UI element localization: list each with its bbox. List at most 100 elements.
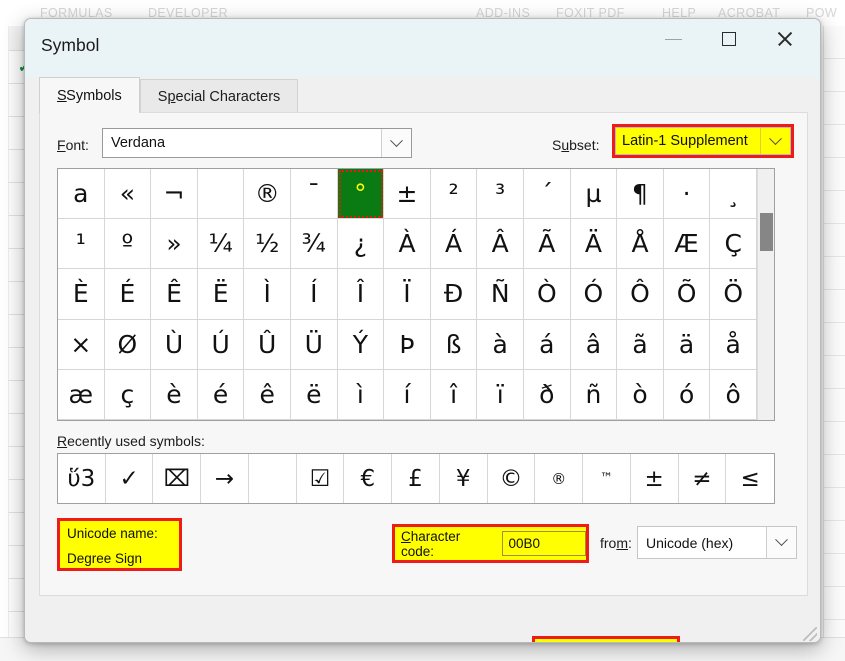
symbol-cell[interactable]: ¾ xyxy=(290,219,338,270)
symbol-cell[interactable]: µ xyxy=(570,169,618,220)
symbol-cell[interactable]: ð xyxy=(523,369,571,420)
symbol-cell[interactable]: ë xyxy=(290,369,338,420)
recent-symbol-cell[interactable] xyxy=(249,454,297,503)
symbol-cell[interactable]: ² xyxy=(430,169,478,220)
symbol-cell[interactable]: ¯ xyxy=(290,169,338,220)
symbol-cell[interactable]: Ì xyxy=(244,269,291,320)
symbol-cell[interactable]: Ú xyxy=(197,319,245,370)
symbol-cell[interactable]: ¬ xyxy=(151,169,198,220)
recent-symbol-cell[interactable]: ὕ3 xyxy=(58,454,106,503)
symbol-cell[interactable]: é xyxy=(197,369,245,420)
symbol-cell[interactable]: è xyxy=(151,369,198,420)
symbol-cell[interactable]: ´ xyxy=(523,169,571,220)
symbol-cell[interactable]: · xyxy=(663,169,711,220)
symbol-cell[interactable]: ± xyxy=(384,169,431,220)
symbol-cell[interactable]: Ë xyxy=(197,269,245,320)
symbol-cell[interactable]: ¹ xyxy=(58,219,105,270)
symbol-cell[interactable]: ¶ xyxy=(617,169,664,220)
symbol-cell[interactable]: È xyxy=(58,269,105,320)
recent-symbol-cell[interactable]: © xyxy=(488,454,536,503)
symbol-cell[interactable]: Ý xyxy=(337,319,385,370)
symbol-cell[interactable]: Þ xyxy=(384,319,431,370)
close-window-button[interactable] xyxy=(760,19,810,59)
tab-special-characters[interactable]: Sp ecial Characters xyxy=(139,79,299,113)
symbol-cell[interactable]: Ä xyxy=(570,219,618,270)
symbol-cell[interactable]: Ð xyxy=(430,269,478,320)
recent-symbol-cell[interactable]: ™ xyxy=(583,454,631,503)
recent-symbol-cell[interactable]: ⌧ xyxy=(153,454,202,503)
symbol-cell[interactable]: å xyxy=(710,319,757,370)
symbol-cell[interactable]: à xyxy=(477,319,524,370)
symbol-cell[interactable]: Ç xyxy=(710,219,757,270)
symbol-cell[interactable]: º xyxy=(104,219,152,270)
maximize-button[interactable] xyxy=(704,19,754,59)
symbol-cell[interactable]: Ê xyxy=(151,269,198,320)
recent-symbol-cell[interactable]: ✓ xyxy=(106,454,154,503)
minimize-button[interactable] xyxy=(648,19,698,59)
symbol-cell[interactable]: ç xyxy=(104,369,152,420)
font-combobox[interactable]: Verdana xyxy=(102,128,412,158)
symbol-cell[interactable]: Ò xyxy=(523,269,571,320)
symbol-cell[interactable]: ì xyxy=(337,369,385,420)
symbol-cell[interactable]: æ xyxy=(58,369,105,420)
symbol-cell[interactable]: Ñ xyxy=(477,269,524,320)
recent-symbol-cell[interactable]: € xyxy=(344,454,393,503)
symbol-cell[interactable]: a xyxy=(58,169,105,220)
symbol-cell[interactable]: ¸ xyxy=(710,169,757,220)
symbol-cell[interactable]: ­ xyxy=(197,169,245,220)
symbol-grid-scrollbar[interactable] xyxy=(757,169,774,420)
symbol-cell[interactable]: â xyxy=(570,319,618,370)
symbol-cell[interactable]: Î xyxy=(337,269,385,320)
recent-symbol-cell[interactable]: ☑ xyxy=(297,454,345,503)
symbol-cell[interactable]: ½ xyxy=(244,219,291,270)
symbol-cell[interactable]: ô xyxy=(710,369,757,420)
symbol-cell[interactable]: ³ xyxy=(477,169,524,220)
symbol-cell[interactable]: × xyxy=(58,319,105,370)
symbol-cell[interactable]: ê xyxy=(244,369,291,420)
symbol-cell[interactable]: ® xyxy=(244,169,291,220)
recent-symbol-cell[interactable]: → xyxy=(201,454,249,503)
symbol-cell[interactable]: Â xyxy=(477,219,524,270)
symbol-cell[interactable]: À xyxy=(384,219,431,270)
from-combobox[interactable]: Unicode (hex) xyxy=(637,526,797,559)
symbol-cell[interactable]: Ã xyxy=(523,219,571,270)
symbol-cell[interactable]: ä xyxy=(663,319,711,370)
symbol-cell[interactable]: ò xyxy=(617,369,664,420)
scrollbar-thumb[interactable] xyxy=(760,213,773,251)
symbol-cell[interactable]: ¼ xyxy=(197,219,245,270)
symbol-cell[interactable]: Ù xyxy=(151,319,198,370)
recent-symbol-cell[interactable]: ≠ xyxy=(679,454,727,503)
symbol-cell[interactable]: ß xyxy=(430,319,478,370)
symbol-cell[interactable]: « xyxy=(104,169,152,220)
symbol-cell[interactable]: Û xyxy=(244,319,291,370)
font-dropdown-button[interactable] xyxy=(381,129,411,157)
symbol-cell[interactable]: á xyxy=(523,319,571,370)
symbol-cell[interactable]: É xyxy=(104,269,152,320)
recent-symbol-cell[interactable]: ± xyxy=(631,454,679,503)
recent-symbol-cell[interactable]: ¥ xyxy=(440,454,488,503)
recently-used-grid[interactable]: ὕ3 ✓ ⌧ → ☑ € £ ¥ © ® ™ ± ≠ ≤ xyxy=(57,453,775,504)
tab-symbols[interactable]: S Symbols xyxy=(39,77,140,113)
symbol-cell[interactable]: Í xyxy=(290,269,338,320)
dialog-titlebar[interactable]: Symbol xyxy=(25,19,820,77)
symbol-cell[interactable]: Æ xyxy=(663,219,711,270)
recent-symbol-cell[interactable]: £ xyxy=(392,454,440,503)
symbol-cell[interactable]: Ó xyxy=(570,269,618,320)
symbol-cell[interactable]: Õ xyxy=(663,269,711,320)
symbol-cell[interactable]: î xyxy=(430,369,478,420)
symbol-grid[interactable]: a«¬­®¯°±²³´µ¶·¸ ¹º»¼½¾¿ÀÁÂÃÄÅÆÇ ÈÉÊËÌÍÎÏÐÑ… xyxy=(58,169,757,420)
recent-symbol-cell[interactable]: ≤ xyxy=(726,454,774,503)
resize-grip[interactable] xyxy=(803,627,817,641)
symbol-cell[interactable]: Å xyxy=(617,219,664,270)
symbol-cell[interactable]: Ø xyxy=(104,319,152,370)
symbol-cell[interactable]: Ü xyxy=(290,319,338,370)
symbol-cell[interactable]: ã xyxy=(617,319,664,370)
symbol-cell[interactable]: ñ xyxy=(570,369,618,420)
symbol-cell[interactable]: Ö xyxy=(710,269,757,320)
symbol-cell[interactable]: ï xyxy=(477,369,524,420)
character-code-input[interactable]: 00B0 xyxy=(502,531,586,556)
symbol-cell[interactable]: Ô xyxy=(617,269,664,320)
symbol-cell[interactable]: Ï xyxy=(384,269,431,320)
subset-dropdown-button[interactable] xyxy=(760,128,790,154)
symbol-cell[interactable]: » xyxy=(151,219,198,270)
